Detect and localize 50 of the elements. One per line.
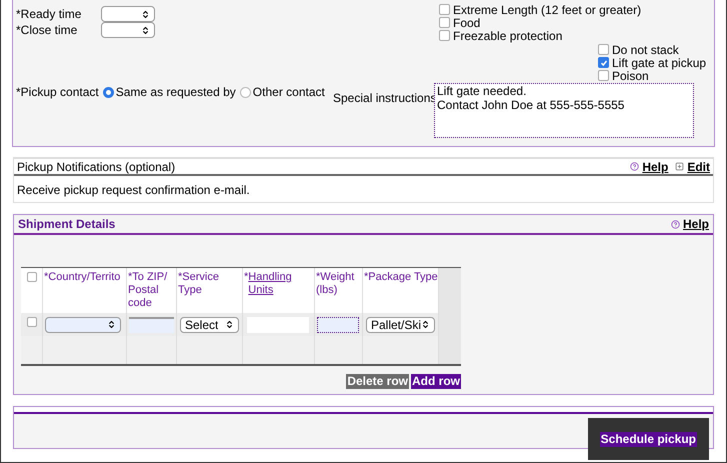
field-label: *Pickup contact <box>16 84 99 101</box>
required-mark: * <box>244 271 248 284</box>
updown-icon <box>107 320 116 329</box>
zip-input[interactable] <box>129 316 174 332</box>
radio-option[interactable]: Same as requested by <box>102 83 236 101</box>
edit-link[interactable]: Edit <box>687 158 710 176</box>
header-checkbox[interactable] <box>26 272 36 282</box>
checkbox[interactable] <box>439 17 450 28</box>
updown-icon <box>225 320 234 329</box>
column-header: *Country/Territo <box>44 271 122 284</box>
updown-icon <box>141 26 150 34</box>
updown-icon <box>141 10 150 18</box>
checkmark-icon <box>600 58 608 66</box>
checkbox[interactable] <box>598 70 609 81</box>
select-field[interactable] <box>45 316 121 332</box>
help-icon <box>630 162 640 171</box>
schedule-pickup-button[interactable]: Schedule pickup <box>600 432 697 447</box>
help-link[interactable]: Help <box>642 158 668 176</box>
select-field[interactable]: Pallet/Ski <box>366 316 435 332</box>
select-field[interactable] <box>101 6 155 22</box>
help-icon <box>670 220 680 228</box>
radio-option[interactable]: Other contact <box>240 83 325 101</box>
help-link[interactable]: Help <box>682 215 709 233</box>
expand-icon <box>675 162 684 171</box>
select-field[interactable] <box>101 22 155 38</box>
column-header: *Package Type <box>364 271 438 284</box>
field-label: *Ready time <box>16 6 82 23</box>
instructions-textarea[interactable]: Lift gate needed. Contact John Doe at 555-555-5555 <box>434 83 694 138</box>
radio-button[interactable] <box>240 86 251 98</box>
select-field[interactable]: Select <box>180 316 239 332</box>
checkbox[interactable] <box>598 44 609 55</box>
panel-title: Pickup Notifications (optional) <box>17 158 176 176</box>
checkbox[interactable] <box>598 57 609 68</box>
panel-title: Shipment Details <box>18 216 116 233</box>
notification-text: Receive pickup request confirmation e-mail. <box>16 182 251 199</box>
row-checkbox[interactable] <box>26 317 36 327</box>
field-label: *Close time <box>16 22 78 39</box>
checkbox-label: Poison <box>612 68 649 84</box>
radio-button[interactable] <box>102 86 114 98</box>
field-label: Special instructions <box>333 90 434 107</box>
column-header: *Weight (lbs) <box>316 271 356 297</box>
updown-icon <box>421 320 430 329</box>
column-header: *Service Type <box>178 271 220 297</box>
weight-input[interactable] <box>317 316 359 332</box>
delete-row-button[interactable]: Delete row <box>346 374 409 389</box>
add-row-button[interactable]: Add row <box>411 374 461 389</box>
checkbox[interactable] <box>439 30 450 41</box>
column-link[interactable]: Handling Units <box>248 271 314 297</box>
checkbox[interactable] <box>439 4 450 15</box>
column-header: *To ZIP/ Postal code <box>128 271 168 310</box>
